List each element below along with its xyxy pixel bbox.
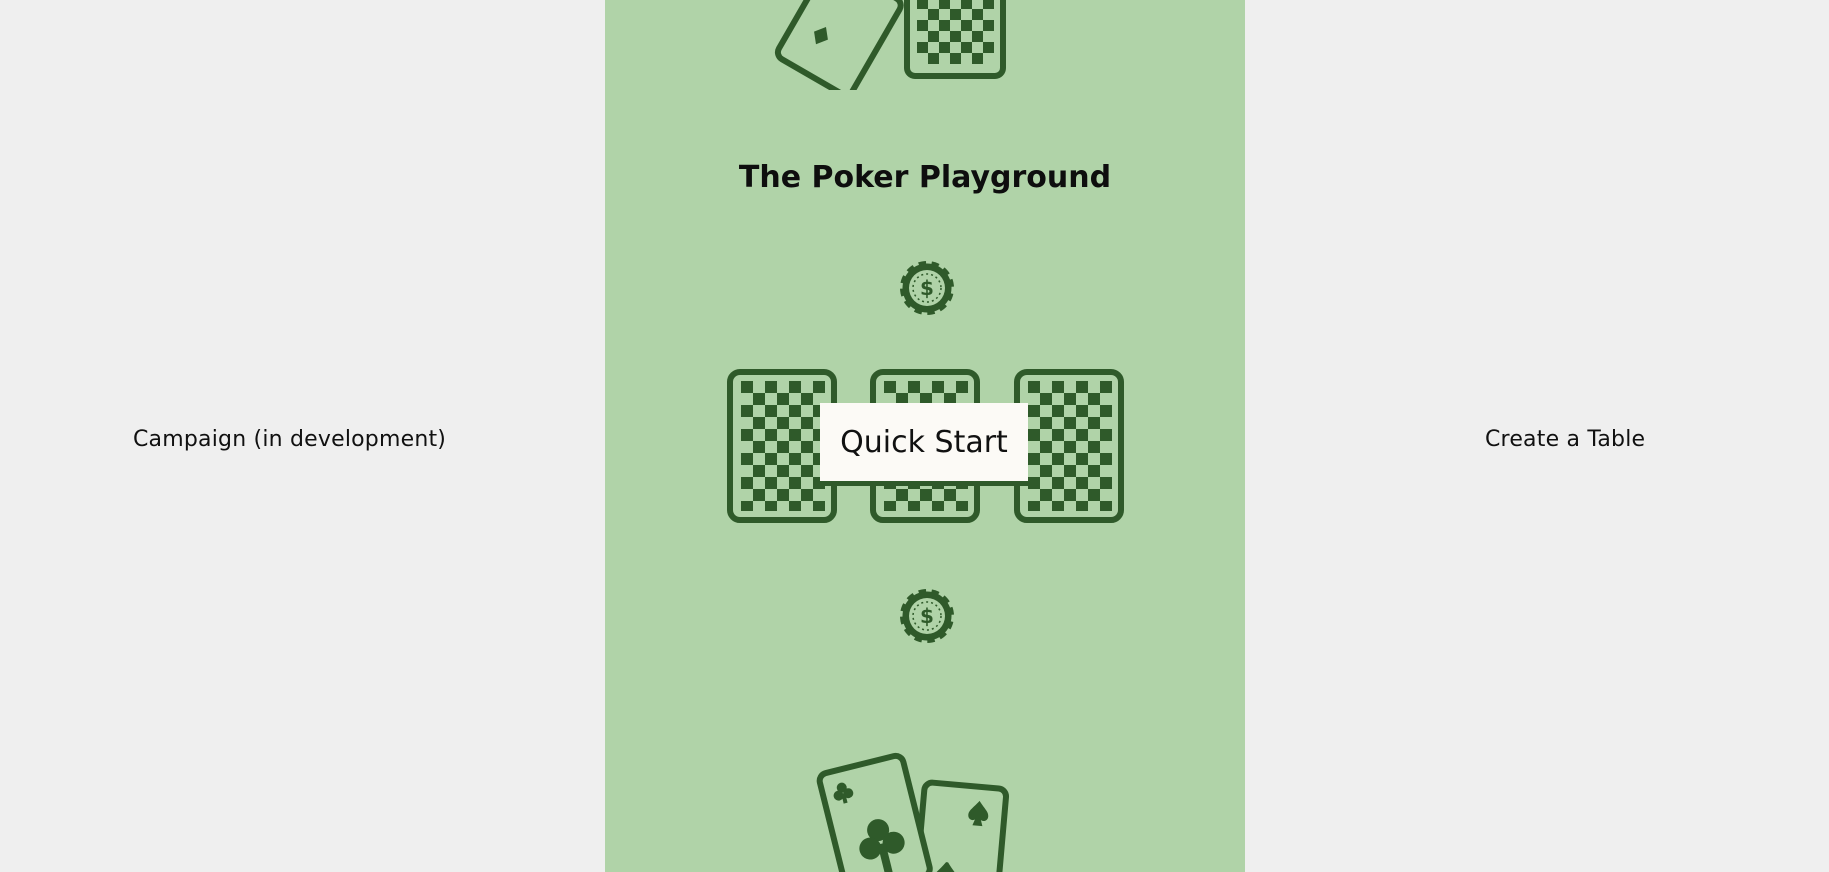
quick-start-button[interactable]: Quick Start	[820, 403, 1028, 481]
poker-chip-icon: $	[897, 586, 957, 646]
card-back-icon	[1014, 369, 1124, 523]
create-table-link[interactable]: Create a Table	[1485, 420, 1645, 460]
center-panel: The Poker Playground $ Quick Start $	[605, 0, 1245, 872]
cards-top-icon	[774, 0, 1006, 90]
page: Campaign (in development) Create a Table…	[0, 0, 1829, 872]
svg-text:$: $	[920, 604, 934, 628]
poker-chip-icon: $	[897, 258, 957, 318]
campaign-link[interactable]: Campaign (in development)	[133, 420, 446, 460]
svg-text:$: $	[920, 276, 934, 300]
page-title: The Poker Playground	[738, 160, 1112, 195]
cards-bottom-icon	[816, 752, 1010, 872]
